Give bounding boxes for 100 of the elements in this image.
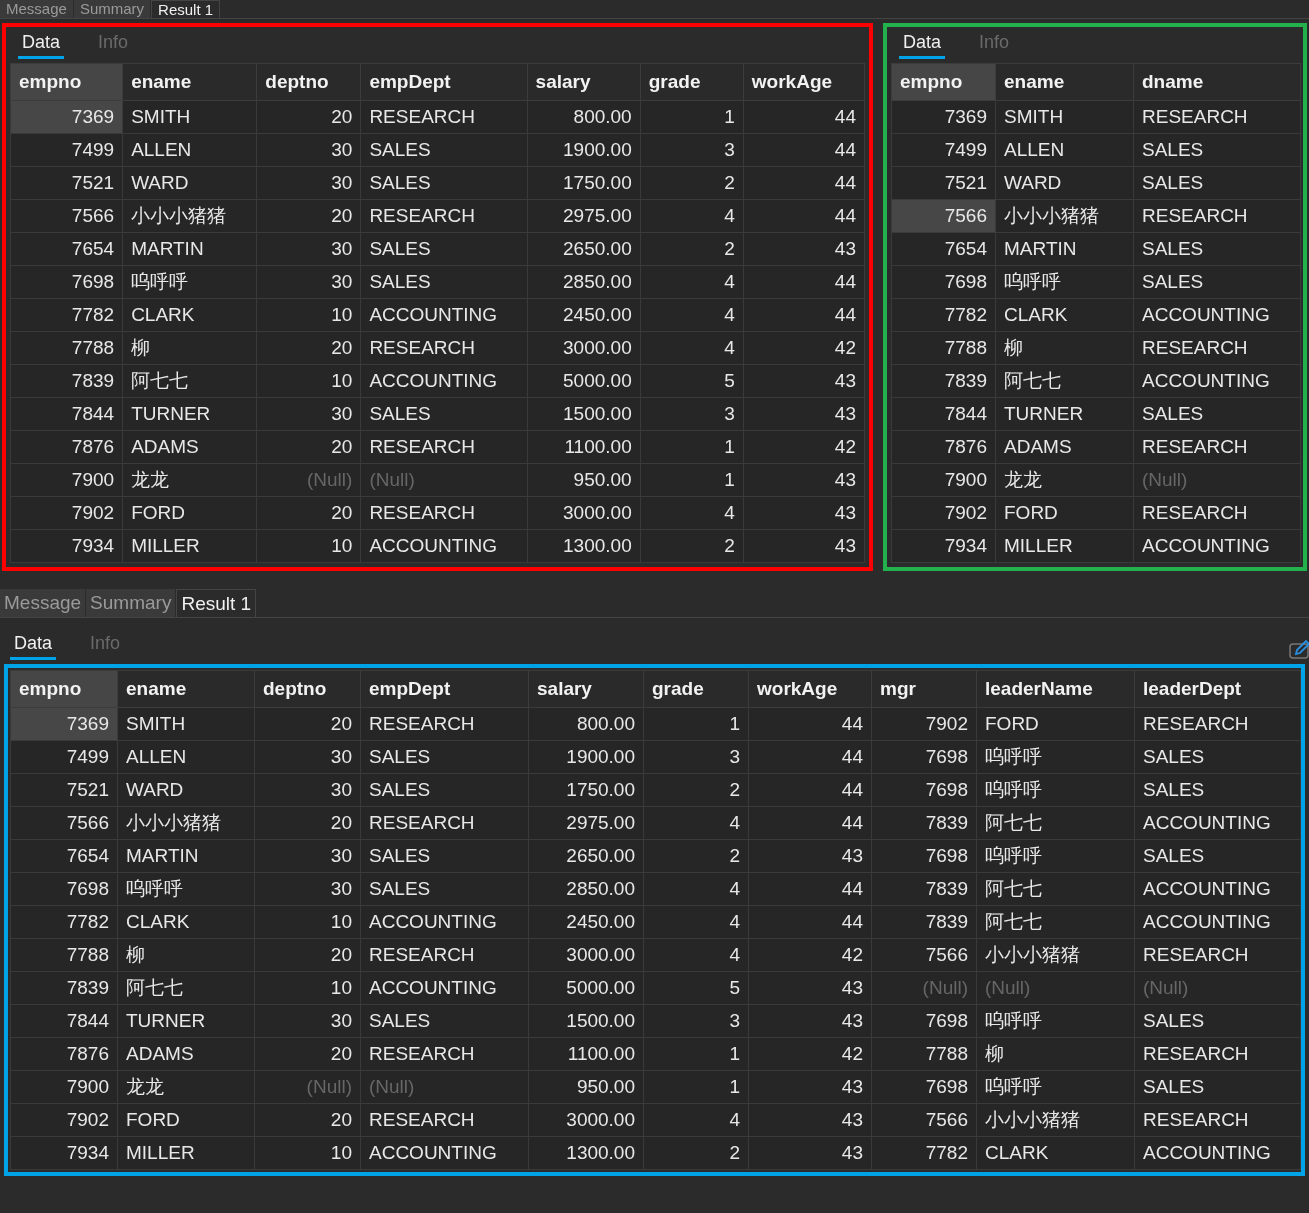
table-cell: 小小小猪猪 xyxy=(995,199,1134,233)
table-cell: ACCOUNTING xyxy=(1134,806,1301,840)
table-cell: 43 xyxy=(748,1070,872,1104)
table-cell: RESEARCH xyxy=(1133,496,1301,530)
table-cell: 柳 xyxy=(976,1037,1135,1071)
column-header[interactable]: grade xyxy=(640,63,744,101)
column-header[interactable]: empno xyxy=(10,670,118,708)
table-cell: 30 xyxy=(256,166,361,200)
table-cell: 2850.00 xyxy=(527,265,641,299)
column-header[interactable]: workAge xyxy=(743,63,865,101)
table-cell: 7698 xyxy=(10,872,118,906)
table-cell: SALES xyxy=(1133,397,1301,431)
table-cell: 7839 xyxy=(10,971,118,1005)
table-cell: 1100.00 xyxy=(527,430,641,464)
column-header[interactable]: ename xyxy=(995,63,1134,101)
table-cell: SALES xyxy=(360,265,528,299)
column-header[interactable]: leaderName xyxy=(976,670,1135,708)
table-cell: 3 xyxy=(640,133,744,167)
table-cell: 龙龙 xyxy=(117,1070,255,1104)
result-tab[interactable]: Message xyxy=(0,589,87,617)
table-cell: 5 xyxy=(640,364,744,398)
column-header[interactable]: grade xyxy=(643,670,749,708)
table-cell: 7839 xyxy=(891,364,996,398)
table-cell: RESEARCH xyxy=(360,1037,529,1071)
table-cell: 3000.00 xyxy=(527,496,641,530)
table-cell: ACCOUNTING xyxy=(360,971,529,1005)
column-header[interactable]: empDept xyxy=(360,670,529,708)
column-header[interactable]: dname xyxy=(1133,63,1301,101)
table-cell: 1 xyxy=(643,707,749,741)
table-cell: RESEARCH xyxy=(1133,331,1301,365)
column-header[interactable]: deptno xyxy=(254,670,361,708)
table-cell: 7698 xyxy=(871,1070,977,1104)
table-cell: 43 xyxy=(743,364,865,398)
column-header[interactable]: deptno xyxy=(256,63,361,101)
column-header[interactable]: mgr xyxy=(871,670,977,708)
table-cell: 3 xyxy=(643,740,749,774)
result-tab[interactable]: Result 1 xyxy=(176,589,257,617)
result-tab[interactable]: Result 1 xyxy=(151,0,221,18)
table-cell: 柳 xyxy=(995,331,1134,365)
table-cell: SMITH xyxy=(117,707,255,741)
table-cell: 3000.00 xyxy=(528,938,644,972)
table-cell: 1 xyxy=(643,1070,749,1104)
table-cell: 7839 xyxy=(10,364,123,398)
result-tab[interactable]: Summary xyxy=(86,589,177,617)
table-cell: 1300.00 xyxy=(528,1136,644,1170)
table-cell: (Null) xyxy=(360,463,528,497)
table-cell: FORD xyxy=(117,1103,255,1137)
table-cell: RESEARCH xyxy=(1133,430,1301,464)
table-cell: 7900 xyxy=(10,463,123,497)
column-header[interactable]: ename xyxy=(122,63,257,101)
table-cell: 2 xyxy=(640,232,744,266)
table-cell: 呜呼呼 xyxy=(976,1004,1135,1038)
column-header[interactable]: salary xyxy=(528,670,644,708)
table-cell: 7844 xyxy=(10,397,123,431)
table-cell: (Null) xyxy=(256,463,361,497)
table-cell: SALES xyxy=(1134,1070,1301,1104)
table-cell: 呜呼呼 xyxy=(976,839,1135,873)
view-tab[interactable]: Data xyxy=(18,32,65,59)
table-cell: SALES xyxy=(360,1004,529,1038)
table-cell: RESEARCH xyxy=(360,496,528,530)
table-cell: 20 xyxy=(256,199,361,233)
table-cell: SALES xyxy=(360,740,529,774)
column-header[interactable]: empDept xyxy=(360,63,528,101)
table-cell: 7566 xyxy=(891,199,996,233)
column-header[interactable]: salary xyxy=(527,63,641,101)
table-cell: CLARK xyxy=(122,298,257,332)
table-cell: 7654 xyxy=(10,839,118,873)
table-cell: 4 xyxy=(640,199,744,233)
view-tab[interactable]: Data xyxy=(10,633,57,660)
table-cell: 7782 xyxy=(871,1136,977,1170)
table-cell: 7902 xyxy=(10,496,123,530)
table-cell: 2450.00 xyxy=(528,905,644,939)
result-tab[interactable]: Message xyxy=(0,0,74,18)
table-cell: 7839 xyxy=(871,806,977,840)
table-cell: 950.00 xyxy=(528,1070,644,1104)
table-cell: 4 xyxy=(643,1103,749,1137)
table-cell: 20 xyxy=(254,707,361,741)
table-cell: RESEARCH xyxy=(1133,100,1301,134)
column-header[interactable]: empno xyxy=(891,63,996,101)
table-cell: 800.00 xyxy=(528,707,644,741)
table-cell: 20 xyxy=(256,331,361,365)
result-tab[interactable]: Summary xyxy=(73,0,152,18)
table-cell: 1900.00 xyxy=(528,740,644,774)
edit-icon[interactable] xyxy=(1289,638,1309,660)
table-cell: 44 xyxy=(743,265,865,299)
column-header[interactable]: empno xyxy=(10,63,123,101)
table-cell: 2650.00 xyxy=(528,839,644,873)
column-header[interactable]: workAge xyxy=(748,670,872,708)
table-cell: CLARK xyxy=(117,905,255,939)
view-tab[interactable]: Data xyxy=(899,32,946,59)
table-cell: RESEARCH xyxy=(360,938,529,972)
table-cell: 柳 xyxy=(117,938,255,972)
column-header[interactable]: leaderDept xyxy=(1134,670,1301,708)
table-cell: 1 xyxy=(643,1037,749,1071)
column-header[interactable]: ename xyxy=(117,670,255,708)
table-cell: 4 xyxy=(640,496,744,530)
table-cell: SALES xyxy=(1134,839,1301,873)
table-cell: SALES xyxy=(360,166,528,200)
table-cell: 呜呼呼 xyxy=(117,872,255,906)
table-cell: 43 xyxy=(748,1136,872,1170)
